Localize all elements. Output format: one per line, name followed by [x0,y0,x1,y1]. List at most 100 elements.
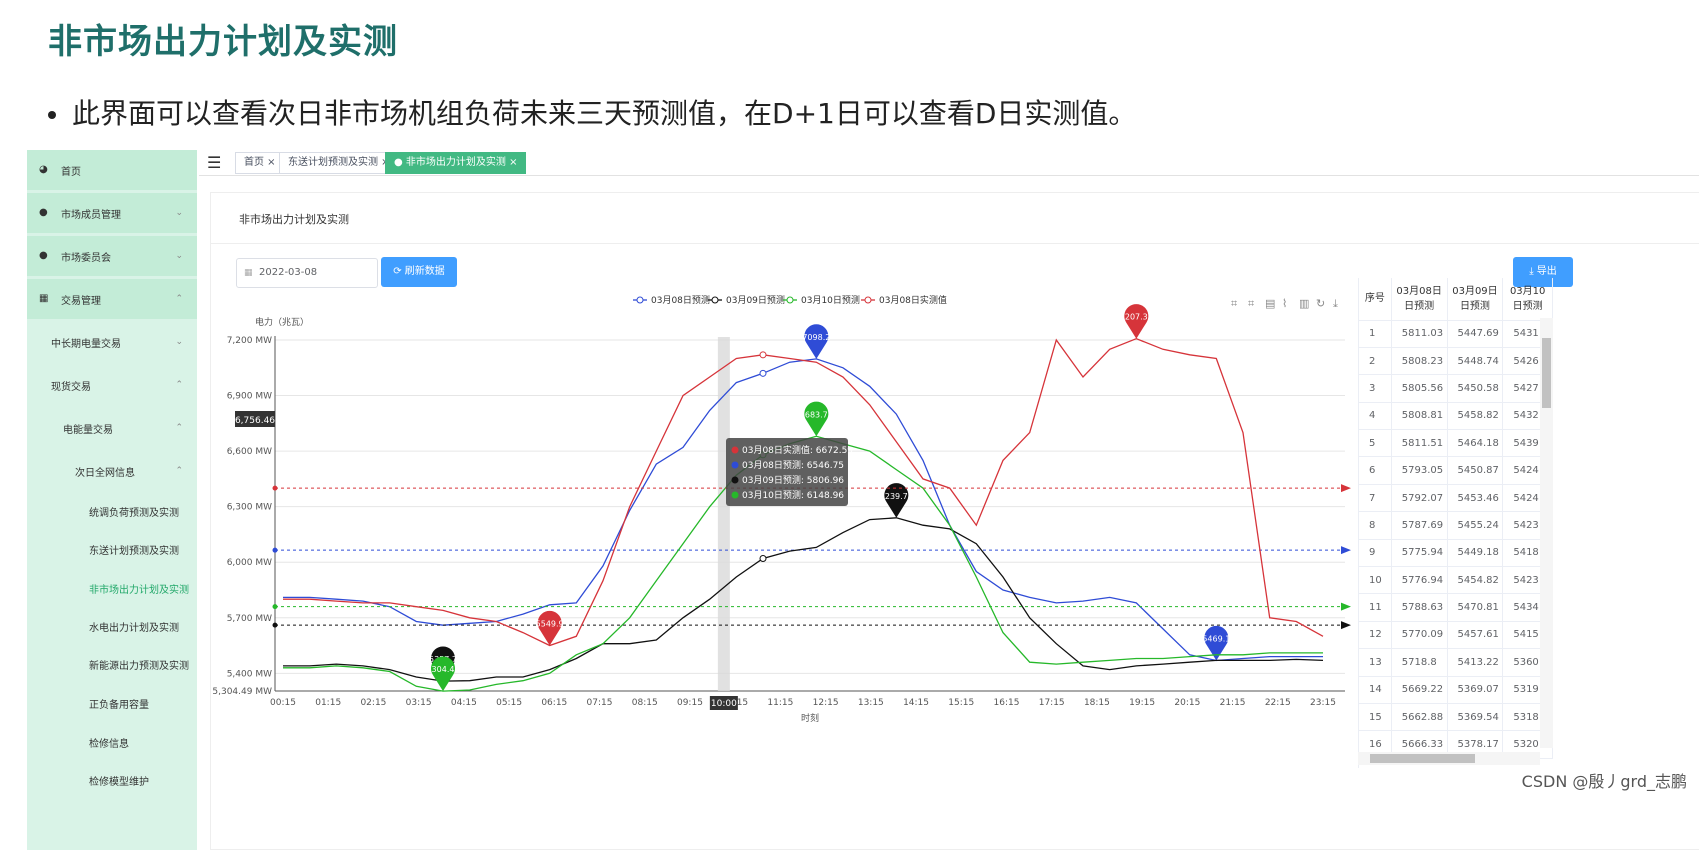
sidebar-item[interactable]: 水电出力计划及实测 [27,606,197,646]
marker-pin-label: 5549.9 [536,620,564,629]
x-tick-label: 23:15 [1310,698,1336,708]
sidebar-item-label: 中长期电量交易 [51,338,121,350]
table-horizontal-scrollbar[interactable] [1358,752,1540,765]
load-chart: 7,200 MW 6,900 MW 6,600 MW 6,300 MW 6,000 MW… [212,283,1358,738]
legend-marker [636,296,644,304]
legend-label: 03月08日实测值 [879,294,947,306]
table-cell: 5449.18 [1447,539,1504,568]
x-tick-label: 08:15 [632,698,658,708]
download-icon: ⤓ [1529,266,1537,277]
legend-marker [864,296,872,304]
table-cell: 5455.24 [1447,511,1504,540]
sidebar-item-label: 首页 [61,166,81,178]
table-cell: 5369.54 [1447,703,1504,732]
y-tick-label: 6,000 MW [227,558,272,568]
x-tick-label: 19:15 [1129,698,1155,708]
x-tick-label: 01:15 [315,698,341,708]
sidebar-item-label: 市场成员管理 [61,209,121,221]
x-tick-label: 18:15 [1084,698,1110,708]
refresh-label: 刷新数据 [404,266,445,277]
tab-non-market[interactable]: ● 非市场出力计划及实测 × [385,152,527,174]
sidebar-item[interactable]: 非市场出力计划及实测 [27,568,197,608]
table-row: 2 5808.23 5448.74 5426 [1359,347,1553,376]
tooltip-marker [731,461,739,469]
table-cell: 5450.58 [1447,374,1504,403]
tab-home[interactable]: 首页 × [235,152,285,174]
table-cell: 7 [1359,484,1392,513]
table-cell: 3 [1359,374,1392,403]
average-line-start [272,604,278,610]
tab-east-plan[interactable]: 东送计划预测及实测 × [279,152,399,174]
sidebar-item[interactable]: 检修信息 [27,722,197,762]
table-cell: 5669.22 [1391,676,1448,704]
average-line-arrow [1341,621,1351,630]
table-header-cell[interactable]: 序号 [1359,278,1392,321]
tooltip-marker [731,446,739,454]
chart-svg: 7,200 MW 6,900 MW 6,600 MW 6,300 MW 6,000 MW… [212,294,1351,724]
sidebar-item[interactable]: 中长期电量交易 ⌄ [27,322,197,362]
table-header-cell[interactable]: 03月10 日预测 [1502,278,1553,321]
table-cell: 5793.05 [1391,456,1448,485]
x-tick-label: 16:15 [994,698,1020,708]
y-tick-label: 6,900 MW [227,392,272,402]
y-tick-label: 7,200 MW [227,336,272,346]
table-cell: 5453.46 [1447,484,1504,513]
table-cell: 5788.63 [1391,593,1448,622]
sidebar-item-label: 非市场出力计划及实测 [89,584,189,596]
menu-toggle-icon[interactable]: ☰ [207,153,221,172]
table-row: 14 5669.22 5369.07 5319 [1359,676,1553,704]
tab-bar: ☰ 首页 × 东送计划预测及实测 × ● 非市场出力计划及实测 × [199,150,1699,176]
tooltip-row: 03月08日预测: 6546.75 [742,460,844,471]
chart-toolbox-icon: ⌇ [1282,297,1287,310]
table-cell: 5447.69 [1447,320,1504,348]
sidebar-item[interactable]: 新能源出力预测及实测 [27,644,197,684]
table-cell: 5808.23 [1391,347,1448,376]
sidebar-item-label: 电能量交易 [63,424,113,436]
marker-pin-label: 5304.49 [426,665,459,674]
table-cell: 5770.09 [1391,621,1448,650]
table-cell: 5808.81 [1391,402,1448,431]
sidebar-item[interactable]: 检修模型维护 [27,760,197,800]
sidebar: ◕ 首页 ● 市场成员管理 ⌄ ● 市场委员会 ⌄ ▦ 交易管理 ⌃ 中长期电量交易 ⌄ 现货交易 ⌃ 电能量… [27,150,197,850]
table-cell: 5448.74 [1447,347,1504,376]
sidebar-item[interactable]: ● 市场委员会 ⌄ [27,236,197,276]
table-vertical-scrollbar[interactable] [1540,318,1553,748]
chevron-up-icon: ⌃ [175,423,183,433]
sidebar-item[interactable]: 现货交易 ⌃ [27,365,197,405]
table-row: 12 5770.09 5457.61 5415 [1359,621,1553,650]
date-value: 2022-03-08 [259,267,318,278]
x-tick-label: 21:15 [1220,698,1246,708]
sidebar-item[interactable]: 正负备用容量 [27,683,197,723]
table-cell: 2 [1359,347,1392,376]
legend-marker [711,296,719,304]
table-cell: 8 [1359,511,1392,540]
sidebar-item[interactable]: 统调负荷预测及实测 [27,491,197,531]
x-tick-label: 05:15 [496,698,522,708]
sidebar-item[interactable]: 次日全网信息 ⌃ [27,451,197,491]
grid-icon: ▦ [39,293,49,304]
sidebar-item-label: 东送计划预测及实测 [89,545,179,557]
x-tick-label: 00:15 [270,698,296,708]
table-cell: 15 [1359,703,1392,732]
hover-point [759,351,767,359]
average-line-arrow [1341,602,1351,611]
sidebar-item[interactable]: ◕ 首页 [27,150,197,190]
x-tick-label: 04:15 [451,698,477,708]
data-table: 序号 03月08日 日预测 03月09日 日预测 03月10 日预测 1 5811.03 544… [1358,278,1553,768]
chevron-down-icon: ⌄ [175,208,183,218]
table-header-cell[interactable]: 03月08日 日预测 [1391,278,1448,321]
table-row: 7 5792.07 5453.46 5424 [1359,484,1553,513]
sidebar-item[interactable]: 电能量交易 ⌃ [27,408,197,448]
average-line-start [272,485,278,491]
table-header-cell[interactable]: 03月09日 日预测 [1447,278,1504,321]
sidebar-item[interactable]: ● 市场成员管理 ⌄ [27,193,197,233]
sidebar-item[interactable]: ▦ 交易管理 ⌃ [27,279,197,319]
table-cell: 5454.82 [1447,566,1504,595]
sidebar-item[interactable]: 东送计划预测及实测 [27,529,197,569]
chevron-up-icon: ⌃ [175,466,183,476]
bullet-text: 此界面可以查看次日非市场机组负荷未来三天预测值，在D+1日可以查看D日实测值。 [72,97,1137,130]
x-tick-label: 17:15 [1039,698,1065,708]
x-tick-label: 22:15 [1265,698,1291,708]
chevron-down-icon: ⌄ [175,337,183,347]
y-tick-label: 6,600 MW [227,447,272,457]
